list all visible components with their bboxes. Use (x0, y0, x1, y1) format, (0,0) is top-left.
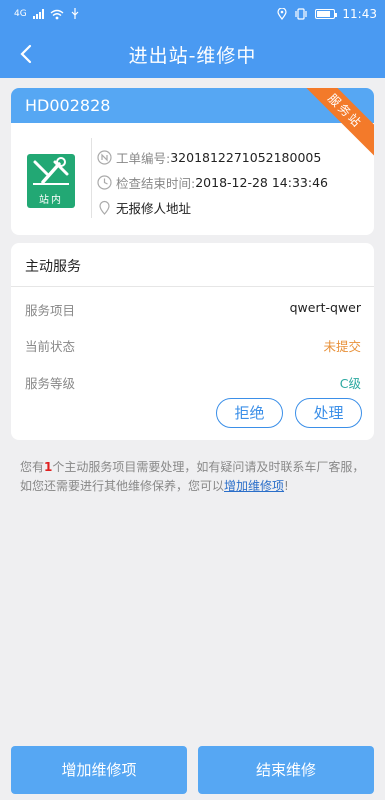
address-text: 无报修人地址 (116, 201, 192, 216)
service-item-value: qwert-qwer (289, 300, 361, 315)
service-level-value: C级 (339, 376, 361, 391)
status-bar: 4G 11:43 (0, 0, 385, 30)
order-number-row: 工单编号: 3201812271052180005 (97, 148, 321, 167)
notice-part1: 您有 (20, 460, 45, 474)
order-header: HD002828 服务站 (11, 88, 374, 158)
address-row: 无报修人地址 (97, 198, 191, 217)
usb-icon (71, 8, 79, 19)
clock: 11:43 (342, 7, 377, 21)
service-item-row: 服务项目 qwert-qwer (25, 300, 361, 319)
service-status-row: 当前状态 未提交 (25, 336, 361, 355)
nav-bar: 进出站-维修中 (0, 30, 385, 78)
signal-icon (32, 9, 44, 19)
order-number-label: 工单编号: (116, 151, 171, 166)
service-level-label: 服务等级 (25, 376, 76, 391)
divider (91, 138, 92, 218)
notice-part3: ! (284, 479, 289, 493)
order-id: HD002828 (25, 96, 111, 115)
map-pin-icon (99, 200, 110, 215)
page-title: 进出站-维修中 (128, 45, 257, 67)
service-title: 主动服务 (11, 243, 374, 287)
order-number-icon (97, 150, 112, 165)
service-status-label: 当前状态 (25, 339, 76, 354)
network-type: 4G (14, 9, 27, 19)
add-repair-link[interactable]: 增加维修项 (224, 479, 284, 493)
in-station-logo: 站内 (27, 154, 75, 208)
clock-icon (97, 175, 112, 190)
handle-button[interactable]: 处理 (295, 398, 362, 428)
logo-label: 站内 (39, 195, 63, 206)
service-status-value: 未提交 (323, 339, 361, 354)
add-repair-button[interactable]: 增加维修项 (11, 746, 187, 794)
location-icon (277, 8, 288, 20)
check-time-row: 检查结束时间: 2018-12-28 14:33:46 (97, 173, 328, 192)
end-repair-button[interactable]: 结束维修 (198, 746, 374, 794)
notice-part2: 个主动服务项目需要处理，如有疑问请及时联系车厂客服，如您还需要进行其他维修保养，… (20, 460, 365, 493)
order-card[interactable]: HD002828 服务站 站内 工单编号: 320181227105218000… (11, 88, 374, 235)
service-level-row: 服务等级 C级 (25, 373, 361, 392)
check-time-label: 检查结束时间: (116, 176, 196, 191)
wifi-icon (50, 9, 64, 19)
battery-icon (315, 9, 338, 19)
vibrate-icon (295, 8, 308, 20)
reject-button[interactable]: 拒绝 (216, 398, 283, 428)
check-time-value: 2018-12-28 14:33:46 (195, 175, 328, 190)
order-number-value: 3201812271052180005 (170, 150, 322, 165)
active-service-card: 主动服务 服务项目 qwert-qwer 当前状态 未提交 服务等级 C级 拒绝… (11, 243, 374, 440)
service-item-label: 服务项目 (25, 303, 76, 318)
notice-text: 您有1个主动服务项目需要处理，如有疑问请及时联系车厂客服，如您还需要进行其他维修… (20, 458, 368, 496)
wrench-icon (33, 157, 69, 185)
